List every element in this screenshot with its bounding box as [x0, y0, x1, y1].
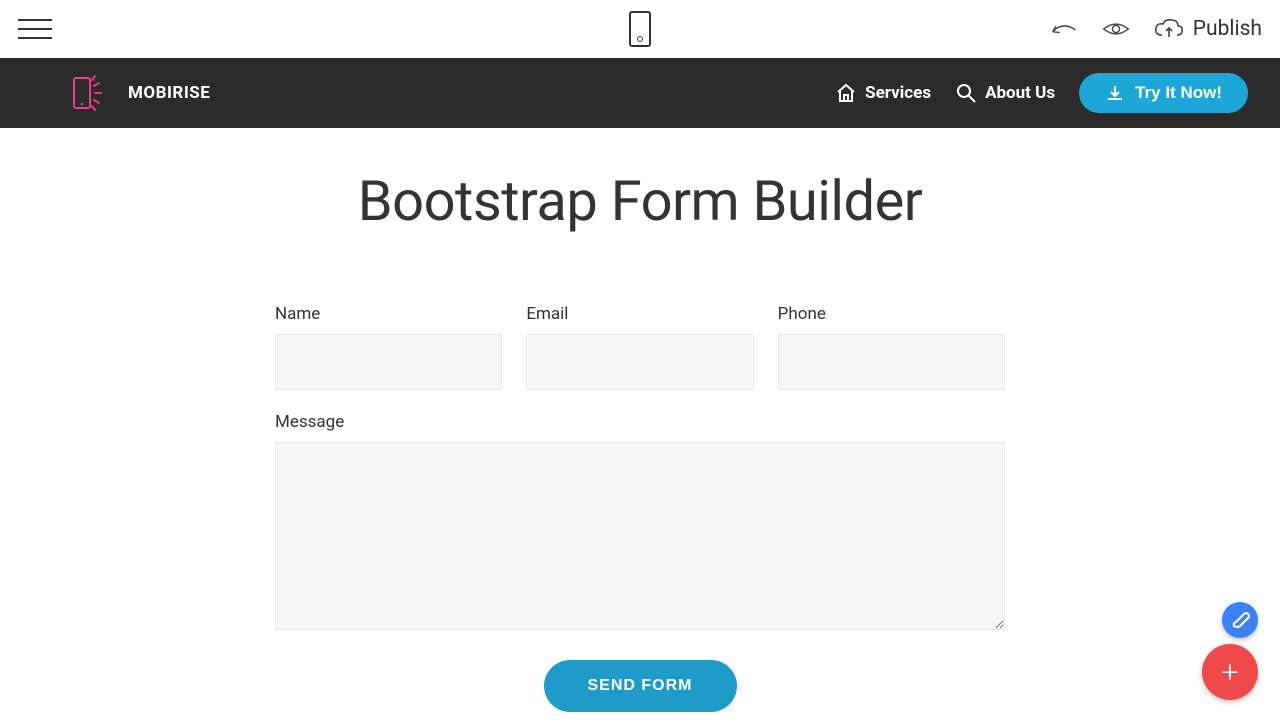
page-title: Bootstrap Form Builder [143, 168, 1138, 234]
contact-form: Name Email Phone Message [275, 304, 1005, 712]
phone-label: Phone [778, 304, 1005, 324]
page-canvas: MOBIRISE Services About Us [0, 58, 1280, 720]
home-icon [835, 82, 857, 104]
nav-about[interactable]: About Us [955, 82, 1055, 104]
message-textarea[interactable] [275, 442, 1005, 630]
publish-button[interactable]: Publish [1153, 17, 1262, 41]
hamburger-menu-button[interactable] [18, 19, 52, 39]
brand-text: MOBIRISE [128, 83, 210, 103]
content: Bootstrap Form Builder Name Email Phone [143, 128, 1138, 720]
app-toolbar: Publish [0, 0, 1280, 58]
cta-try-button[interactable]: Try It Now! [1079, 73, 1248, 113]
logo-mark-icon [70, 74, 116, 112]
submit-button[interactable]: SEND FORM [544, 660, 737, 712]
email-input[interactable] [526, 334, 753, 390]
site-nav: Services About Us Try It Now! [835, 73, 1248, 113]
magnifier-icon [955, 82, 977, 104]
nav-about-label: About Us [985, 83, 1055, 103]
email-label: Email [526, 304, 753, 324]
phone-input[interactable] [778, 334, 1005, 390]
device-preview-button[interactable] [629, 11, 651, 47]
eye-icon [1101, 18, 1131, 40]
preview-viewport[interactable]: MOBIRISE Services About Us [0, 58, 1280, 720]
name-input[interactable] [275, 334, 502, 390]
cta-label: Try It Now! [1135, 83, 1222, 103]
cloud-upload-icon [1153, 17, 1185, 41]
message-label: Message [275, 412, 1005, 432]
add-block-fab-button[interactable]: + [1202, 644, 1258, 700]
nav-services-label: Services [865, 83, 931, 103]
download-icon [1105, 83, 1125, 103]
preview-button[interactable] [1101, 17, 1131, 41]
site-header: MOBIRISE Services About Us [0, 58, 1280, 128]
undo-icon [1049, 18, 1079, 40]
theme-fab-button[interactable] [1222, 602, 1258, 638]
name-label: Name [275, 304, 502, 324]
publish-label: Publish [1193, 17, 1262, 41]
toolbar-right: Publish [1049, 17, 1262, 41]
nav-services[interactable]: Services [835, 82, 931, 104]
brush-icon [1230, 610, 1250, 630]
undo-button[interactable] [1049, 17, 1079, 41]
phone-icon [629, 11, 651, 47]
logo[interactable]: MOBIRISE [70, 74, 210, 112]
plus-icon: + [1222, 655, 1239, 690]
